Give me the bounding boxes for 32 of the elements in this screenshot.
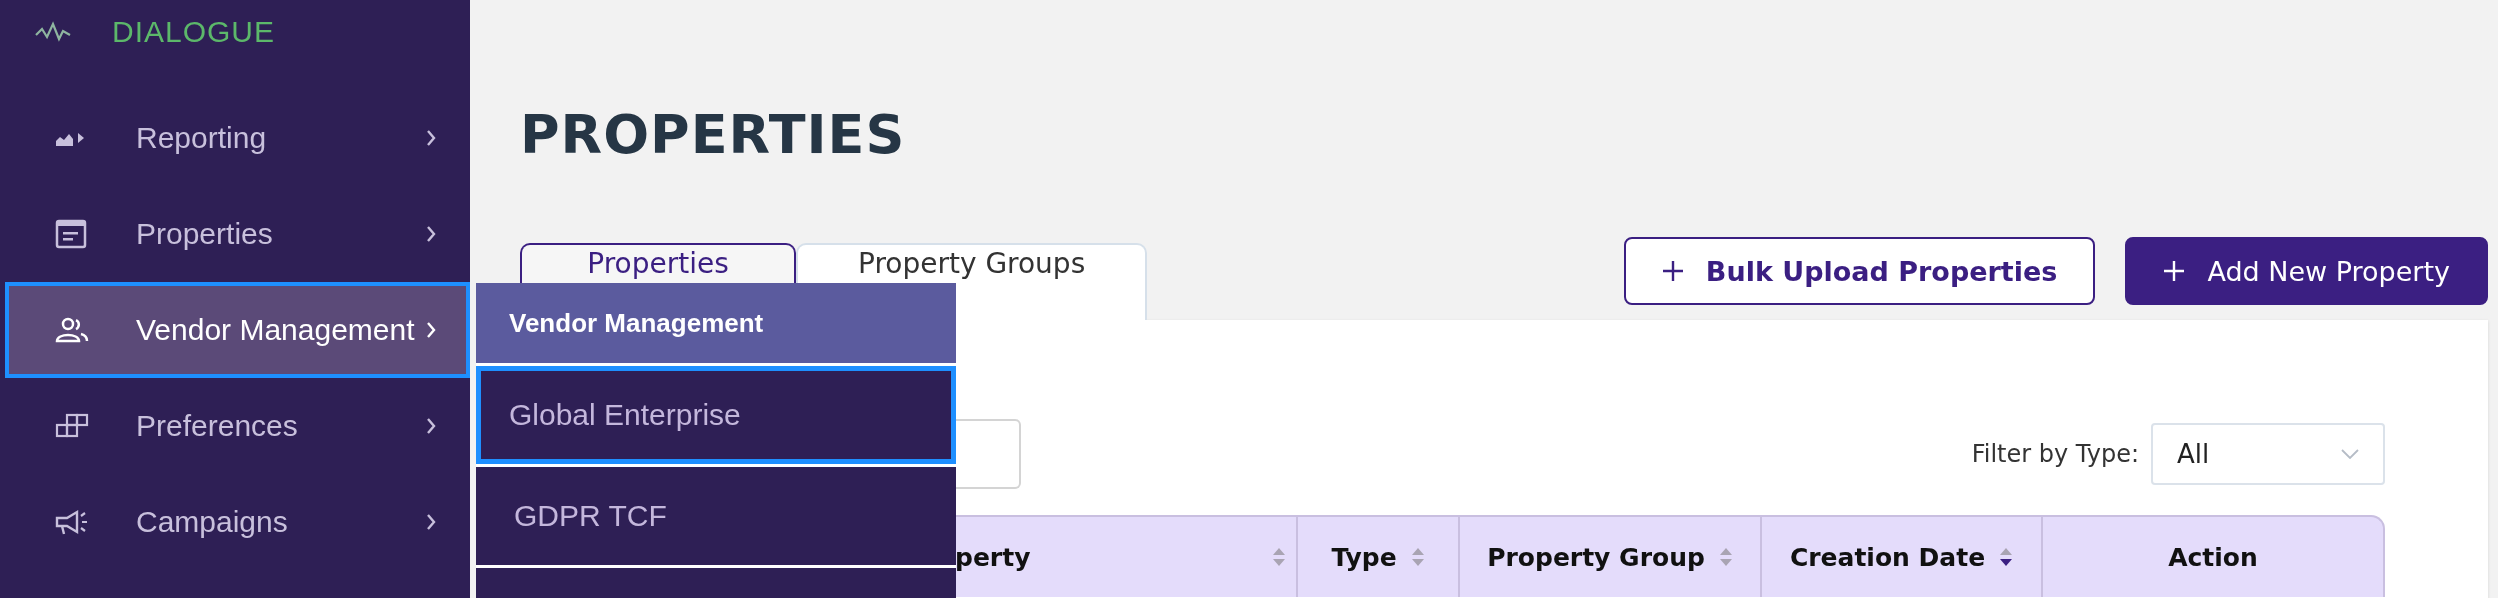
column-header: Action xyxy=(2043,515,2385,597)
chevron-right-icon xyxy=(426,129,436,147)
add-button[interactable]: Add New Property xyxy=(2125,237,2488,305)
document-icon xyxy=(55,218,87,250)
megaphone-icon xyxy=(55,508,89,536)
chevron-right-icon xyxy=(426,321,436,339)
submenu-title: Vendor Management xyxy=(476,283,956,363)
column-header[interactable]: Creation Date xyxy=(1762,515,2043,597)
sidebar-item[interactable]: Preferences xyxy=(5,378,470,474)
blocks-icon xyxy=(55,413,89,439)
people-icon xyxy=(55,317,89,343)
brand-name: DIALOGUE xyxy=(112,15,276,49)
column-header[interactable]: Property Group xyxy=(1460,515,1762,597)
column-header[interactable]: perty xyxy=(955,515,1298,597)
caret-icon xyxy=(2341,449,2359,459)
chevron-right-icon xyxy=(426,225,436,243)
column-header[interactable]: Type xyxy=(1298,515,1460,597)
sidebar-item[interactable]: Reporting xyxy=(5,90,470,186)
pulse-icon xyxy=(35,21,71,43)
filter-label: Filter by Type: xyxy=(1971,440,2139,468)
sidebar-item[interactable]: Vendor Management xyxy=(5,282,470,378)
submenu-item[interactable]: Global Enterprise xyxy=(476,366,956,464)
sidebar-item[interactable]: Campaigns xyxy=(5,474,470,570)
chevron-right-icon xyxy=(426,417,436,435)
page-title: PROPERTIES xyxy=(520,108,907,162)
sidebar-item[interactable]: Properties xyxy=(5,186,470,282)
type-select[interactable]: All xyxy=(2151,423,2385,485)
plus-icon xyxy=(1661,260,1684,282)
upload-button[interactable]: Bulk Upload Properties xyxy=(1623,237,2096,305)
chevron-right-icon xyxy=(426,513,436,531)
submenu-item[interactable]: GDPR TCF xyxy=(476,467,956,565)
plus-icon xyxy=(2163,260,2186,282)
